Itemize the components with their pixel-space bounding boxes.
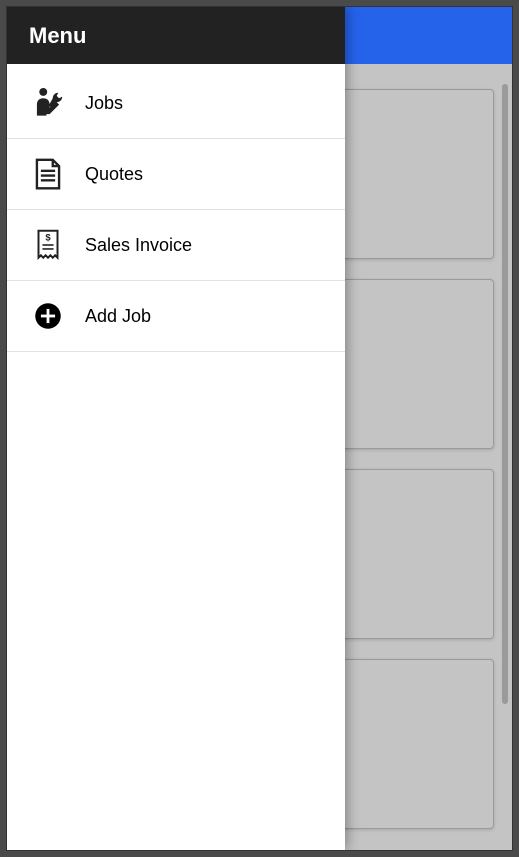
menu-drawer: Menu Jobs <box>7 7 345 850</box>
sales-invoice-icon: $ <box>29 226 67 264</box>
menu-header: Menu <box>7 7 345 64</box>
app-frame: Menu Jobs <box>6 6 513 851</box>
scrollbar[interactable] <box>502 84 508 704</box>
menu-list: Jobs Quotes <box>7 64 345 352</box>
menu-item-label: Quotes <box>85 164 143 185</box>
menu-item-label: Jobs <box>85 93 123 114</box>
menu-item-quotes[interactable]: Quotes <box>7 139 345 210</box>
menu-item-label: Sales Invoice <box>85 235 192 256</box>
add-job-icon <box>29 297 67 335</box>
menu-item-add-job[interactable]: Add Job <box>7 281 345 352</box>
menu-item-jobs[interactable]: Jobs <box>7 68 345 139</box>
menu-item-label: Add Job <box>85 306 151 327</box>
menu-title: Menu <box>29 23 86 49</box>
svg-text:$: $ <box>45 232 51 243</box>
quotes-icon <box>29 155 67 193</box>
jobs-icon <box>29 84 67 122</box>
menu-item-sales-invoice[interactable]: $ Sales Invoice <box>7 210 345 281</box>
